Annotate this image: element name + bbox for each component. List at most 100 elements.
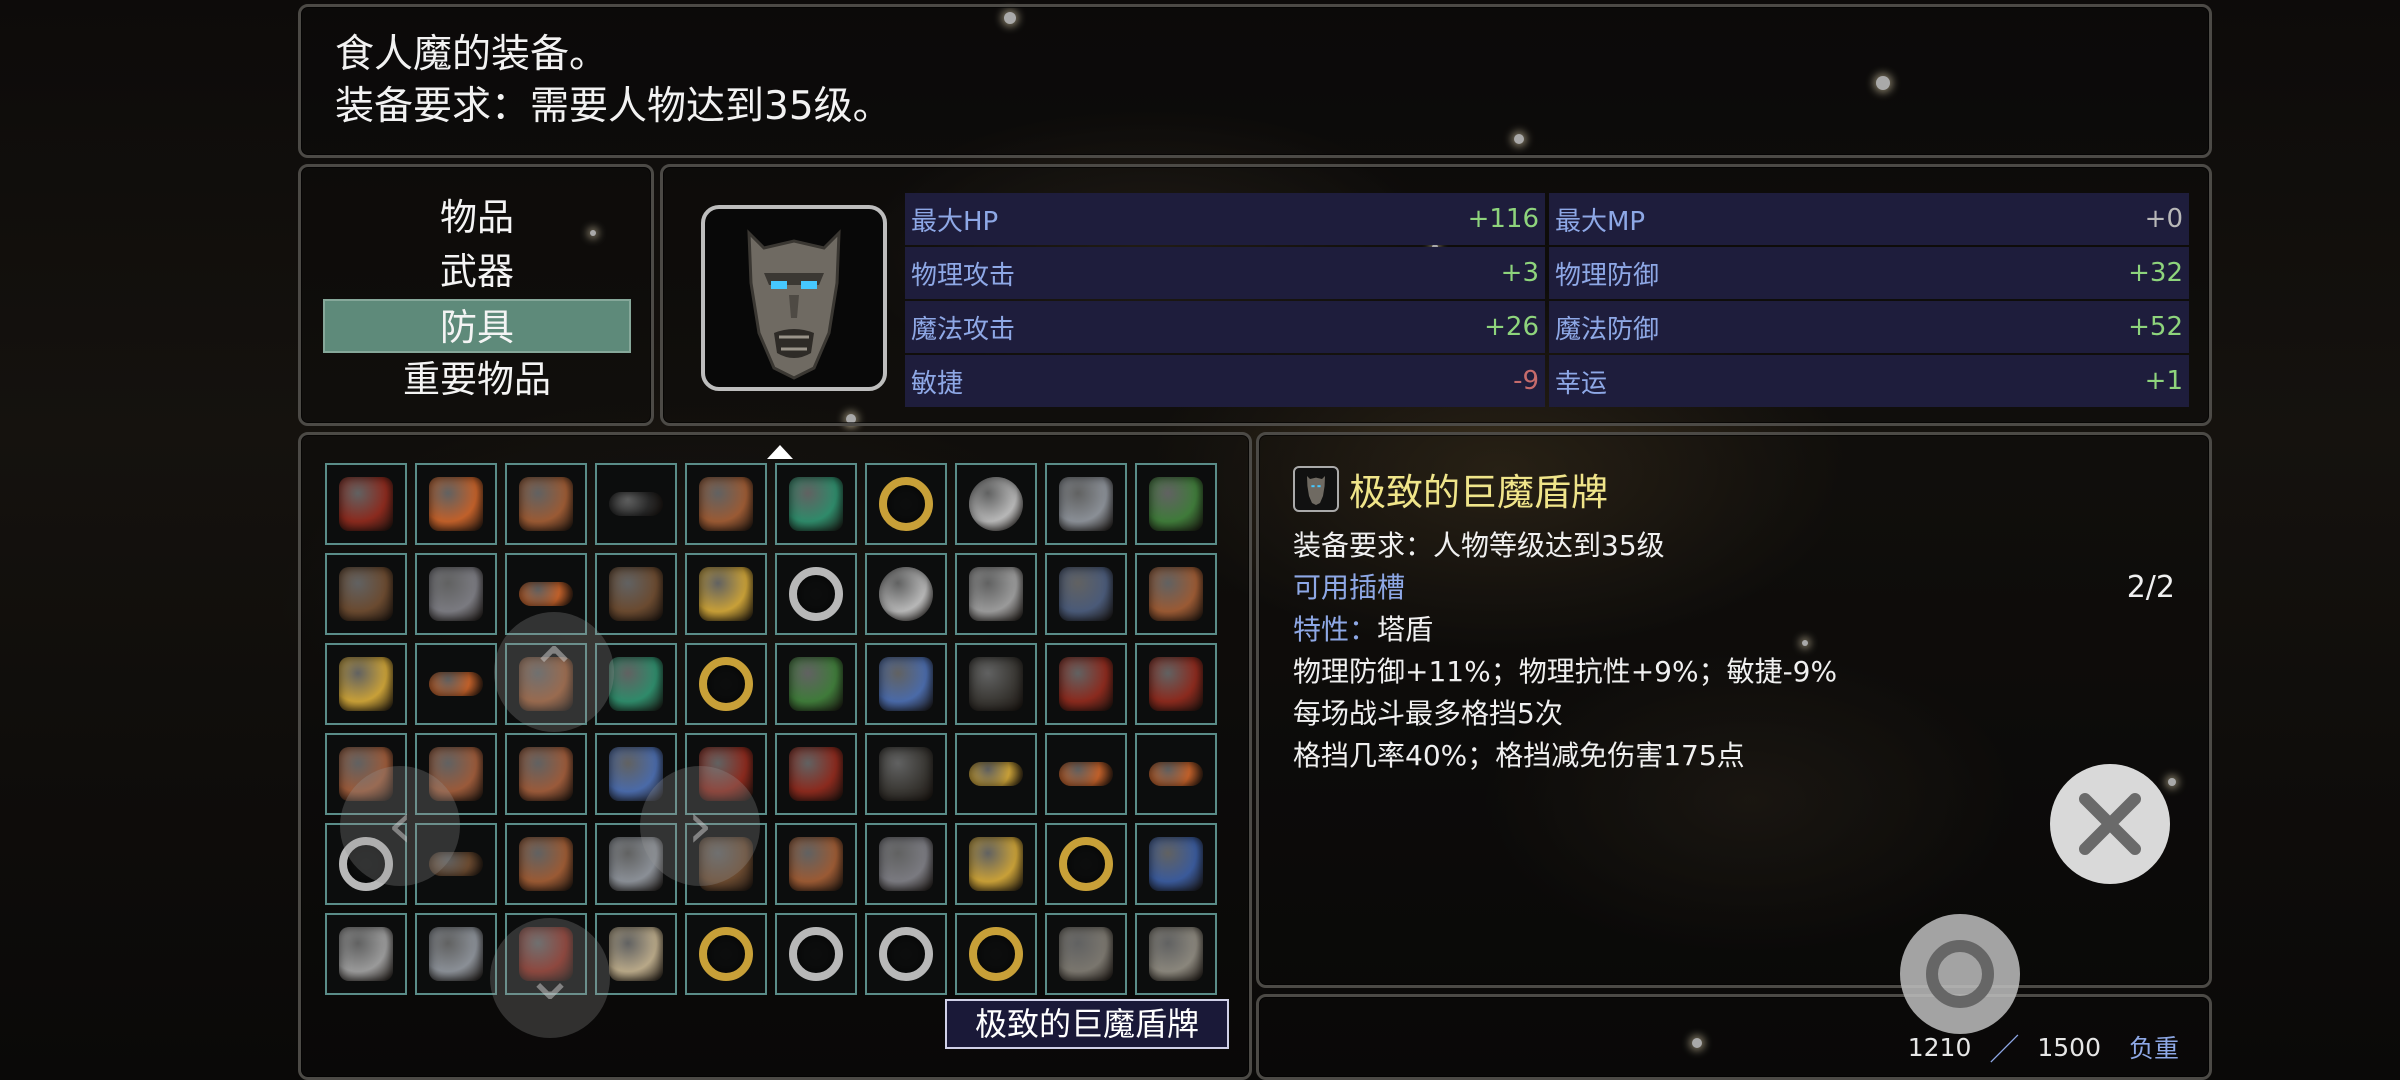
inventory-slot[interactable] <box>865 733 947 815</box>
inventory-slot[interactable] <box>415 553 497 635</box>
inventory-slot[interactable] <box>775 463 857 545</box>
inventory-slot[interactable] <box>1045 643 1127 725</box>
stat-row: 魔法攻击 +26 魔法防御 +52 <box>905 301 2189 353</box>
demon-shield-icon <box>747 229 841 380</box>
inventory-slot[interactable] <box>1045 733 1127 815</box>
inventory-slot[interactable] <box>1135 643 1217 725</box>
inventory-slot[interactable] <box>775 643 857 725</box>
stat-label: 最大HP <box>911 206 999 237</box>
inventory-slot[interactable] <box>505 733 587 815</box>
category-key-items[interactable]: 重要物品 <box>323 353 631 407</box>
inventory-slot[interactable] <box>955 823 1037 905</box>
inventory-slot[interactable] <box>955 643 1037 725</box>
inventory-slot[interactable] <box>505 463 587 545</box>
inventory-slot[interactable] <box>1135 733 1217 815</box>
inventory-slot[interactable] <box>865 823 947 905</box>
category-items[interactable]: 物品 <box>323 191 631 245</box>
category-weapons[interactable]: 武器 <box>323 245 631 299</box>
inventory-slot[interactable] <box>865 643 947 725</box>
leather-gloves-icon <box>789 837 843 891</box>
inventory-slot[interactable] <box>685 643 767 725</box>
inventory-slot[interactable] <box>1045 463 1127 545</box>
inventory-slot[interactable] <box>685 463 767 545</box>
inventory-slot[interactable] <box>775 823 857 905</box>
sockets-count: 2/2 <box>2126 570 2175 605</box>
inventory-slot[interactable] <box>1135 553 1217 635</box>
weight-separator: ／ <box>1989 1033 2020 1068</box>
silver-ring-icon <box>879 927 933 981</box>
trait-value: 塔盾 <box>1377 613 1434 646</box>
stat-value: +0 <box>2144 204 2183 234</box>
chevron-down-icon: ⌄ <box>523 941 577 1015</box>
inventory-slot[interactable] <box>865 553 947 635</box>
stat-value: -9 <box>1513 366 1539 396</box>
detail-title: 极致的巨魔盾牌 <box>1293 463 2175 515</box>
category-menu: 物品 武器 防具 重要物品 <box>298 164 654 426</box>
inventory-slot[interactable] <box>505 823 587 905</box>
inventory-slot[interactable] <box>325 913 407 995</box>
confirm-button[interactable] <box>1900 914 2020 1034</box>
inventory-slot[interactable] <box>325 643 407 725</box>
item-effect-1: 物理防御+11%；物理抗性+9%；敏捷-9% <box>1293 655 1838 688</box>
inventory-slot[interactable] <box>775 553 857 635</box>
trait-label: 特性： <box>1293 613 1378 646</box>
emerald-amulet-icon <box>609 657 663 711</box>
stat-value: +32 <box>2128 258 2183 288</box>
inventory-slot[interactable] <box>955 463 1037 545</box>
grey-gauntlets-icon <box>429 567 483 621</box>
inventory-slot[interactable] <box>325 553 407 635</box>
inventory-slot[interactable] <box>595 463 677 545</box>
chevron-right-icon: › <box>687 789 713 863</box>
inventory-slot[interactable] <box>775 733 857 815</box>
inventory-slot[interactable] <box>1045 553 1127 635</box>
item-effect-3: 格挡几率40%；格挡减免伤害175点 <box>1293 739 1745 772</box>
inventory-slot[interactable] <box>1045 823 1127 905</box>
inventory-slot[interactable] <box>685 913 767 995</box>
weight-max: 1500 <box>2037 1032 2101 1062</box>
inventory-slot[interactable] <box>415 643 497 725</box>
dpad-right-button[interactable]: › <box>640 766 760 886</box>
stat-row: 敏捷 -9 幸运 +1 <box>905 355 2189 407</box>
inventory-slot[interactable] <box>415 913 497 995</box>
weight-current: 1210 <box>1907 1032 1972 1062</box>
demon-shield-icon <box>1059 927 1113 981</box>
inventory-slot[interactable] <box>1135 463 1217 545</box>
dpad-left-button[interactable]: ‹ <box>340 766 460 886</box>
inventory-slot[interactable] <box>955 553 1037 635</box>
inventory-slot[interactable] <box>1135 913 1217 995</box>
selection-arrow-icon <box>767 445 793 459</box>
inventory-slot[interactable] <box>775 913 857 995</box>
inventory-slot[interactable] <box>865 913 947 995</box>
inventory-slot[interactable] <box>955 733 1037 815</box>
stat-label: 物理防御 <box>1555 260 1660 291</box>
inventory-slot[interactable] <box>865 463 947 545</box>
inventory-slot[interactable] <box>415 463 497 545</box>
gold-ring-icon <box>1059 837 1113 891</box>
item-effect-2: 每场战斗最多格挡5次 <box>1293 697 1563 730</box>
dpad-down-button[interactable]: ⌄ <box>490 918 610 1038</box>
gold-ring-icon <box>699 927 753 981</box>
leather-gloves-icon <box>519 477 573 531</box>
gold-ring-icon <box>879 477 933 531</box>
bronze-chest-icon <box>519 747 573 801</box>
category-armor[interactable]: 防具 <box>323 299 631 353</box>
inventory-slot[interactable] <box>1135 823 1217 905</box>
dpad-up-button[interactable]: ⌃ <box>494 612 614 732</box>
inventory-slot[interactable] <box>955 913 1037 995</box>
inventory-slot[interactable] <box>1045 913 1127 995</box>
grey-gauntlets-icon <box>879 837 933 891</box>
inventory-slot[interactable] <box>685 553 767 635</box>
inventory-slot[interactable] <box>595 553 677 635</box>
stat-physical-attack: 物理攻击 +3 <box>905 247 1545 299</box>
stat-label: 幸运 <box>1555 368 1608 399</box>
stat-label: 物理攻击 <box>911 260 1016 291</box>
inventory-slot[interactable] <box>325 463 407 545</box>
stat-row: 最大HP +116 最大MP +0 <box>905 193 2189 245</box>
bone-necklace-icon <box>609 927 663 981</box>
red-armor-icon <box>1149 657 1203 711</box>
stat-row: 物理攻击 +3 物理防御 +32 <box>905 247 2189 299</box>
close-button[interactable] <box>2050 764 2170 884</box>
dark-cloak-icon <box>879 747 933 801</box>
steel-helmet-icon <box>429 927 483 981</box>
stone-armor-icon <box>1149 927 1203 981</box>
